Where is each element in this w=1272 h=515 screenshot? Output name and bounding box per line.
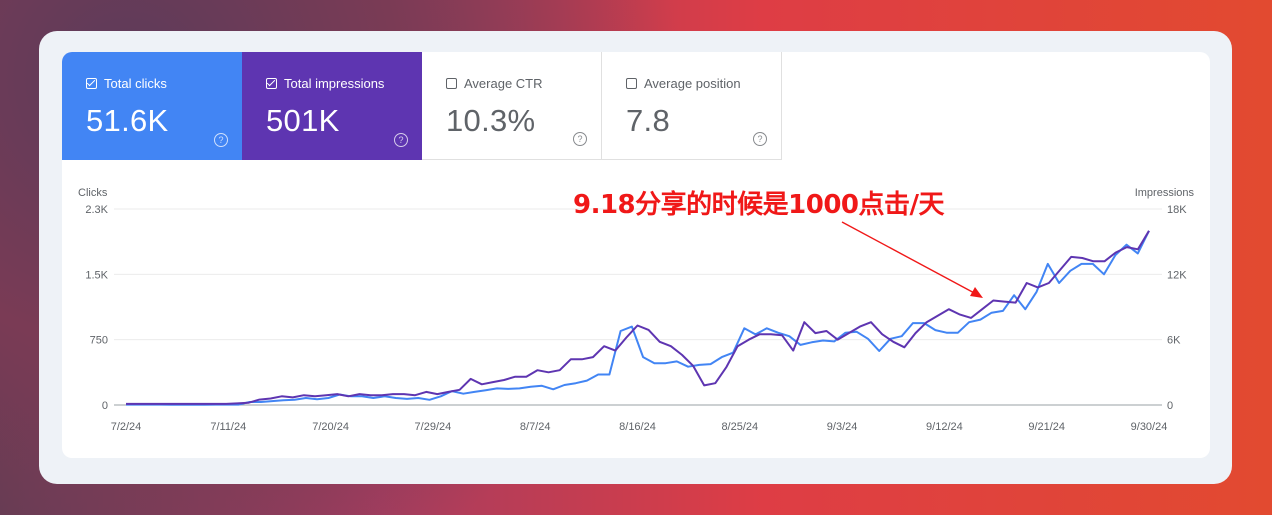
clicks-series-line	[126, 230, 1150, 406]
x-tick-label: 7/29/24	[415, 421, 452, 433]
left-tick-label: 750	[90, 335, 108, 347]
x-tick-label: 8/7/24	[520, 421, 551, 433]
x-tick-label: 9/30/24	[1131, 421, 1168, 433]
right-axis-label: Impressions	[1135, 187, 1195, 199]
annotation-text: 9.18分享的时候是1000点击/天	[573, 190, 945, 220]
annotation-arrow	[841, 221, 979, 296]
x-tick-label: 7/2/24	[111, 421, 142, 433]
right-tick-label: 12K	[1167, 269, 1187, 281]
x-tick-label: 7/11/24	[210, 421, 246, 433]
x-tick-label: 8/16/24	[619, 421, 656, 433]
right-tick-label: 6K	[1167, 335, 1181, 347]
performance-chart: 0 0 750 6K 1.5K 12K 2.3K 18K Clicks Impressions 7/…	[78, 187, 1195, 433]
right-tick-label: 0	[1167, 400, 1173, 412]
x-tick-label: 9/3/24	[827, 421, 858, 433]
left-tick-label: 0	[102, 400, 108, 412]
x-tick-label: 9/12/24	[926, 421, 963, 433]
left-axis-label: Clicks	[78, 187, 108, 199]
right-tick-label: 18K	[1167, 204, 1187, 216]
left-tick-label: 1.5K	[85, 269, 108, 281]
impressions-series-line	[126, 230, 1150, 405]
left-tick-label: 2.3K	[85, 204, 108, 216]
x-tick-label: 7/20/24	[312, 421, 349, 433]
x-tick-label: 8/25/24	[721, 421, 758, 433]
annotation-arrow-head	[970, 287, 983, 298]
x-tick-label: 9/21/24	[1028, 421, 1065, 433]
